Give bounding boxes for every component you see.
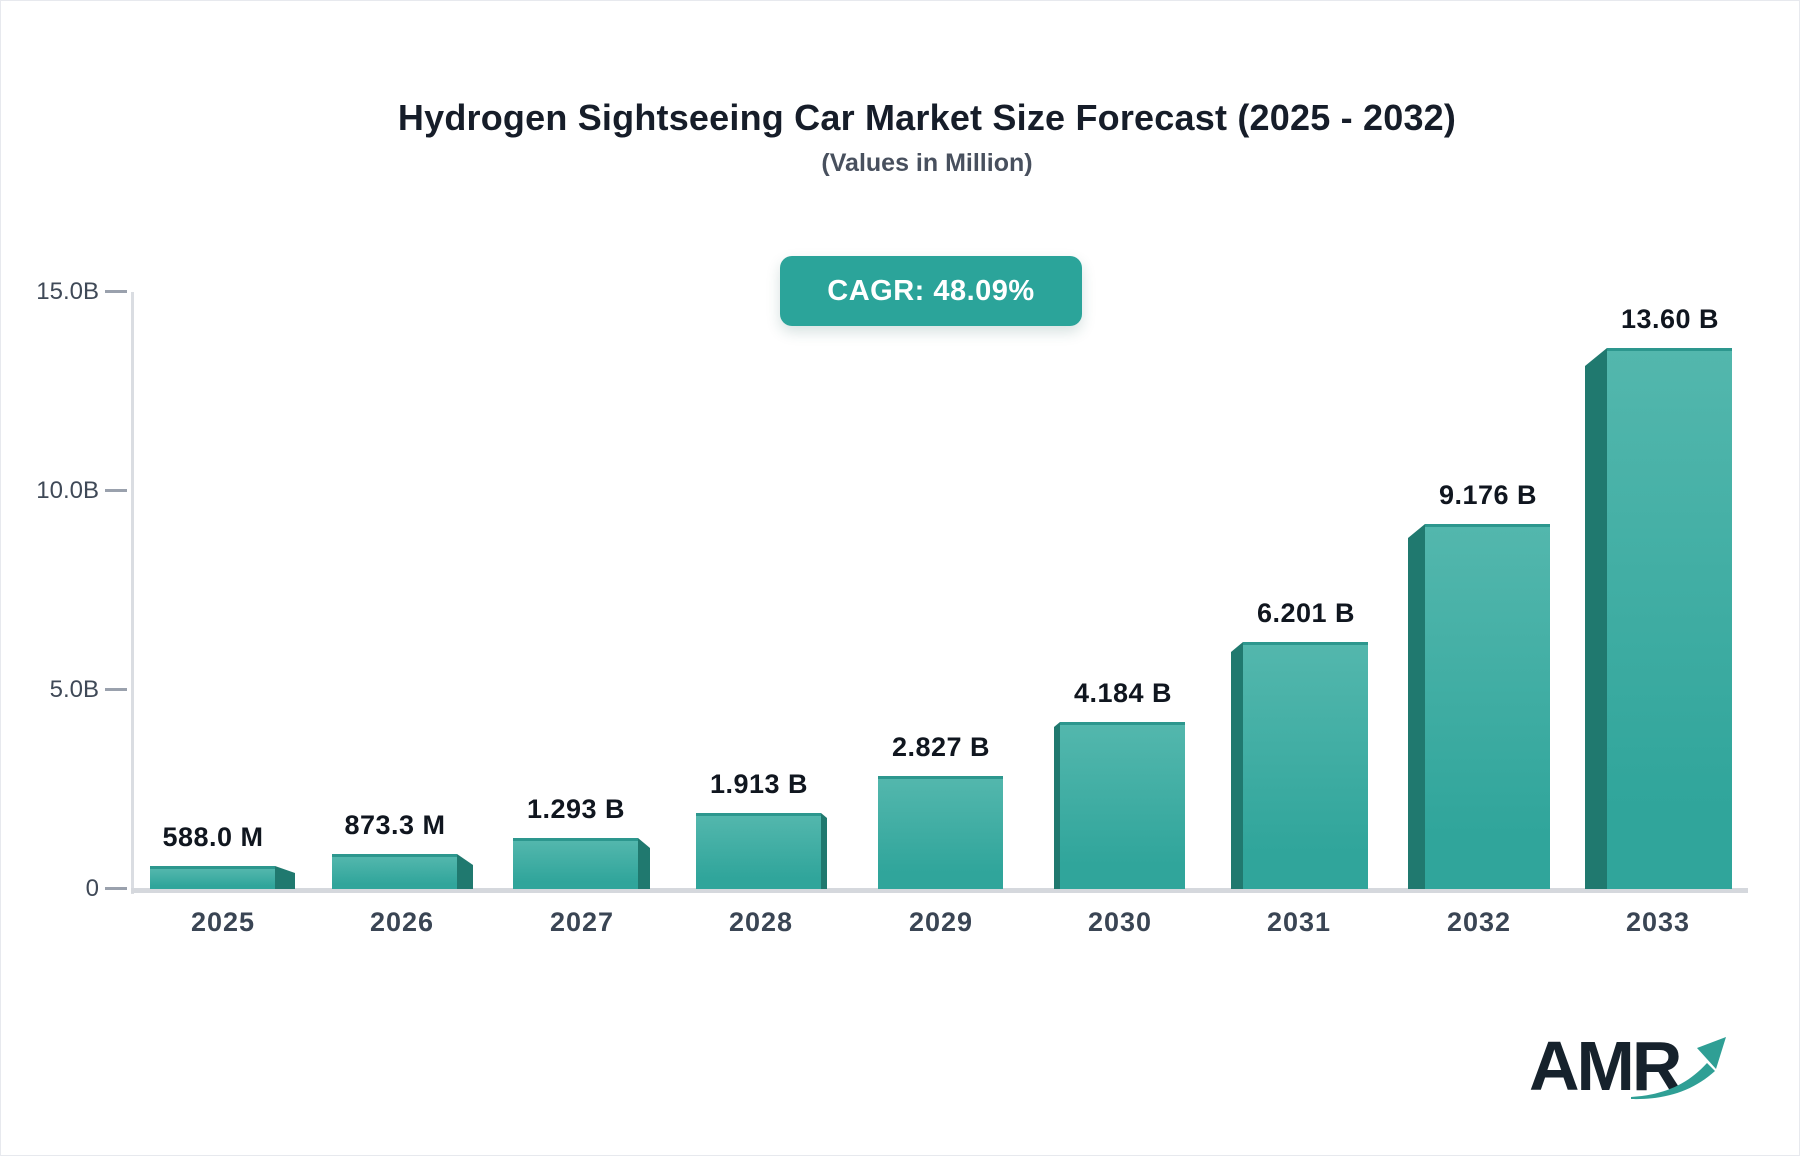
bar-3d-side — [1231, 642, 1243, 889]
bar-value-label: 13.60 B — [1620, 304, 1720, 334]
plot-area: 0 5.0B 10.0B 15.0B 588.0 M 2025 873.3 M 2026 1.2… — [1, 1, 1799, 1155]
bar-3d-side — [275, 866, 295, 889]
x-axis-label-2025: 2025 — [190, 907, 256, 937]
bar-value-label: 9.176 B — [1438, 480, 1538, 510]
x-axis-label-2029: 2029 — [908, 907, 974, 937]
bar-3d-side — [1585, 348, 1607, 889]
y-axis-tick — [105, 489, 127, 492]
upward-trend-arrow-icon — [1631, 1037, 1726, 1100]
bar-2032 — [1425, 524, 1550, 889]
y-axis-line — [131, 292, 134, 894]
bar-2027 — [513, 838, 638, 889]
bar-value-label: 2.827 B — [891, 732, 991, 762]
bar-3d-side — [638, 838, 650, 889]
x-axis-label-2031: 2031 — [1266, 907, 1332, 937]
bar-3d-side — [1408, 524, 1425, 889]
bar-3d-side — [457, 854, 473, 889]
amr-logo: AMR — [1529, 1031, 1739, 1121]
market-forecast-chart: Hydrogen Sightseeing Car Market Size For… — [0, 0, 1800, 1156]
y-axis-tick — [105, 887, 127, 890]
bar-2026 — [332, 854, 457, 889]
y-axis-tick — [105, 688, 127, 691]
y-axis-tick — [105, 290, 127, 293]
bar-2030 — [1060, 722, 1185, 889]
bar-value-label: 1.913 B — [709, 769, 809, 799]
y-axis-label: 0 — [85, 875, 99, 902]
x-axis-label-2032: 2032 — [1446, 907, 1512, 937]
x-axis-label-2027: 2027 — [549, 907, 615, 937]
bar-2028 — [696, 813, 821, 889]
y-axis-label: 10.0B — [36, 477, 99, 504]
x-axis-label-2030: 2030 — [1087, 907, 1153, 937]
bar-value-label: 6.201 B — [1256, 598, 1356, 628]
bar-3d-side — [821, 813, 827, 889]
y-axis-label: 15.0B — [36, 278, 99, 305]
bar-value-label: 4.184 B — [1073, 678, 1173, 708]
x-axis-label-2028: 2028 — [728, 907, 794, 937]
y-axis-label: 5.0B — [49, 676, 99, 703]
x-axis-label-2026: 2026 — [369, 907, 435, 937]
x-axis-label-2033: 2033 — [1625, 907, 1691, 937]
bar-2025 — [150, 866, 275, 889]
bar-2033 — [1607, 348, 1732, 889]
bar-2031 — [1243, 642, 1368, 889]
bar-2029 — [878, 776, 1003, 889]
